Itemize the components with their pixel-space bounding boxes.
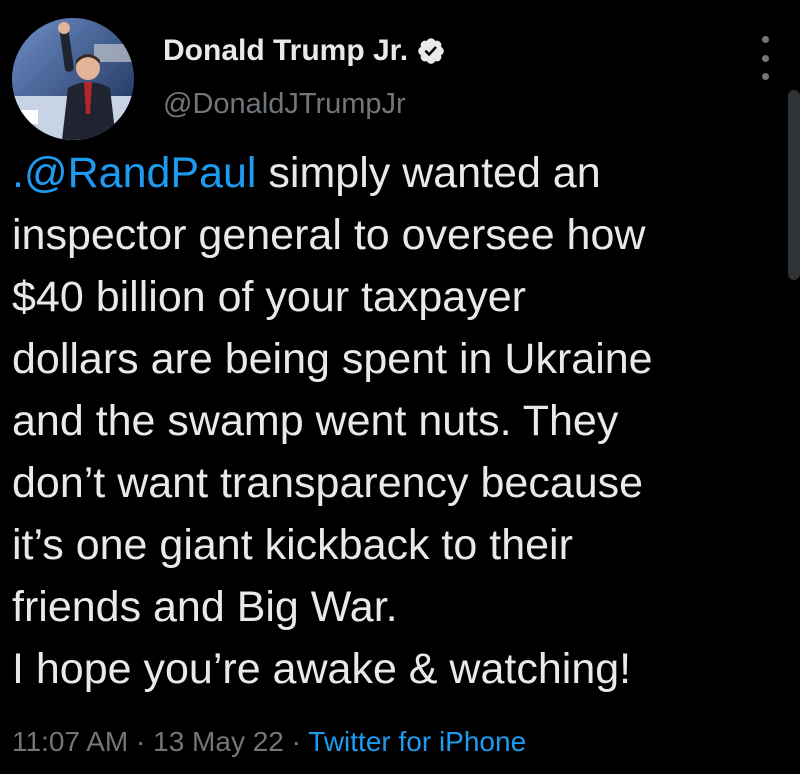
scrollbar[interactable] [788, 90, 800, 280]
tweet-text: .@RandPaul simply wanted an inspector ge… [12, 142, 782, 700]
tweet-line: it’s one giant kickback to their [12, 521, 573, 569]
tweet-line: inspector general to oversee how [12, 211, 646, 259]
tweet-line: don’t want transparency because [12, 459, 644, 507]
author-name-row: Donald Trump Jr. [163, 34, 446, 68]
tweet-time[interactable]: 11:07 AM [12, 726, 128, 757]
author-display-name[interactable]: Donald Trump Jr. [163, 34, 408, 68]
tweet-meta: 11:07 AM · 13 May 22 · Twitter for iPhon… [12, 726, 526, 758]
tweet-line: friends and Big War. [12, 583, 398, 631]
mention-link[interactable]: .@RandPaul [12, 149, 256, 197]
meta-separator: · [128, 726, 154, 757]
tweet-line: .@RandPaul simply wanted an [12, 142, 782, 204]
tweet-source-link[interactable]: Twitter for iPhone [308, 726, 526, 757]
more-vertical-icon[interactable] [760, 36, 770, 80]
more-dot [761, 36, 769, 43]
tweet-line: and the swamp went nuts. They [12, 397, 619, 445]
tweet-line: I hope you’re awake & watching! [12, 645, 632, 693]
tweet-line: dollars are being spent in Ukraine [12, 335, 653, 383]
meta-separator: · [283, 726, 309, 757]
avatar-image [12, 18, 134, 140]
tweet-line: $40 billion of your taxpayer [12, 273, 526, 321]
tweet-header: Donald Trump Jr. @DonaldJTrumpJr [8, 18, 792, 140]
author-handle[interactable]: @DonaldJTrumpJr [163, 88, 406, 121]
tweet-date[interactable]: 13 May 22 [153, 726, 284, 757]
more-dot [761, 73, 769, 80]
verified-badge-icon [418, 38, 444, 64]
avatar[interactable] [12, 18, 134, 140]
more-dot [761, 54, 769, 62]
tweet-line-text: simply wanted an [256, 149, 601, 197]
